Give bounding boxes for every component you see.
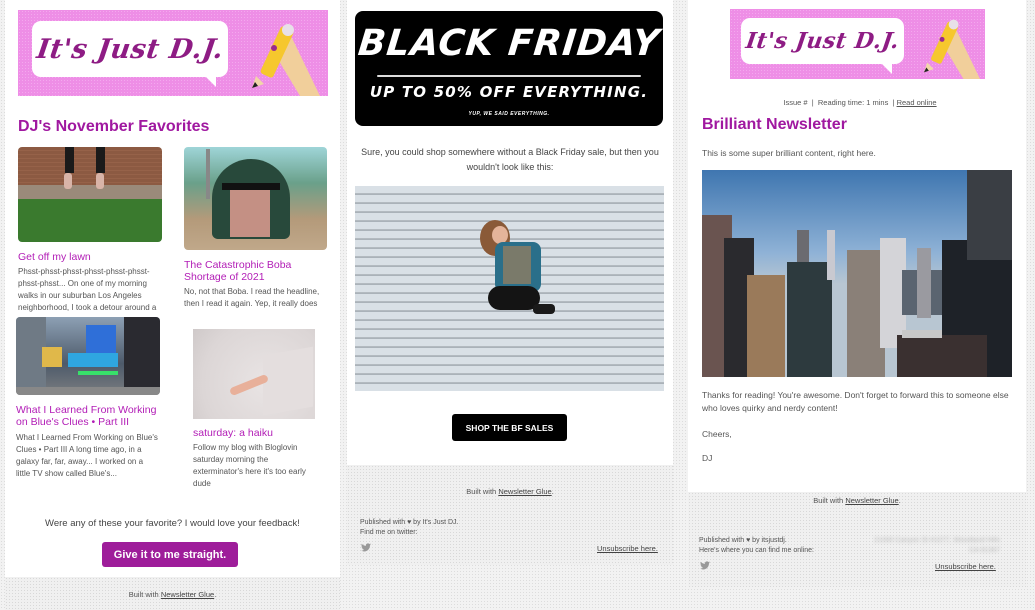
signoff-text: Cheers, [702,429,732,439]
post-image-blues-clues[interactable] [16,317,160,395]
post-image-lawn[interactable] [18,147,162,242]
published-by: Published with ♥ by It's Just DJ. [360,519,459,526]
city-skyline-photo [702,170,1012,377]
reading-time: Reading time: 1 mins [817,98,889,107]
built-with-credit: Built with Newsletter Glue. [128,590,217,599]
black-friday-banner: BLACK FRIDAY UP TO 50% OFF EVERYTHING. Y… [355,11,663,126]
post-image-haiku[interactable] [193,329,315,419]
post-title[interactable]: What I Learned From Working on Blue's Cl… [16,404,160,428]
banner-tagline: YUP, WE SAID EVERYTHING. [468,111,550,117]
speech-bubble: It's Just D.J. [741,18,904,74]
black-friday-intro: Sure, you could shop somewhere without a… [361,147,659,172]
banner-title: BLACK FRIDAY [356,23,662,64]
issue-meta: Issue # | Reading time: 1 mins | Read on… [783,98,937,107]
twitter-icon[interactable] [700,561,710,570]
built-with-credit: Built with Newsletter Glue. [466,487,554,496]
post-title[interactable]: saturday: a haiku [193,427,333,439]
mailing-address-blurred: 21000 Canyon St #1077, Woodland Hills CA… [874,537,1000,554]
hero-photo-jumping-woman [355,186,664,391]
newsletter-heading: Brilliant Newsletter [702,116,847,133]
post-excerpt: Phsst-phsst-phsst-phsst-phsst-phsst-phss… [18,267,157,312]
brand-banner: It's Just D.J. [730,9,985,79]
issue-number: Issue # [783,98,808,107]
banner-logo-text: It's Just D.J. [744,28,901,54]
shop-sales-button[interactable]: SHOP THE BF SALES [452,414,567,441]
newsletter-glue-link[interactable]: Newsletter Glue [161,590,214,599]
post-excerpt: What I Learned From Working on Blue's Cl… [16,433,158,478]
unsubscribe-link[interactable]: Unsubscribe here. [935,562,996,571]
speech-bubble: It's Just D.J. [32,21,228,87]
pencil-hand-icon [252,24,320,96]
built-with-credit: Built with Newsletter Glue. [813,496,901,505]
post-image-boba[interactable] [184,147,327,250]
twitter-icon[interactable] [361,543,371,552]
newsletter-glue-link[interactable]: Newsletter Glue [498,487,551,496]
read-online-link[interactable]: Read online [897,98,937,107]
banner-logo-text: It's Just D.J. [34,33,226,65]
post-title[interactable]: Get off my lawn [18,251,162,263]
feedback-prompt: Were any of these your favorite? I would… [45,518,300,529]
unsubscribe-link[interactable]: Unsubscribe here. [597,544,658,553]
newsletter-glue-link[interactable]: Newsletter Glue [845,496,898,505]
post-excerpt: No, not that Boba. I read the headline, … [184,287,320,308]
pencil-hand-icon [923,19,980,79]
banner-divider [377,75,641,77]
favorites-heading: DJ's November Favorites [18,118,210,135]
intro-text: This is some super brilliant content, ri… [702,148,876,158]
brand-banner: It's Just D.J. [18,10,328,96]
find-me-label: Here's where you can find me online: [699,547,814,554]
feedback-button[interactable]: Give it to me straight. [102,542,238,567]
signature-text: DJ [702,453,713,463]
find-me-label: Find me on twitter: [360,529,418,536]
banner-subtitle: UP TO 50% OFF EVERYTHING. [369,83,649,101]
post-title[interactable]: The Catastrophic Boba Shortage of 2021 [184,259,324,283]
thanks-text: Thanks for reading! You're awesome. Don'… [702,390,1009,413]
published-by: Published with ♥ by itsjustdj. [699,537,787,544]
post-excerpt: Follow my blog with Bloglovin saturday m… [193,443,306,488]
